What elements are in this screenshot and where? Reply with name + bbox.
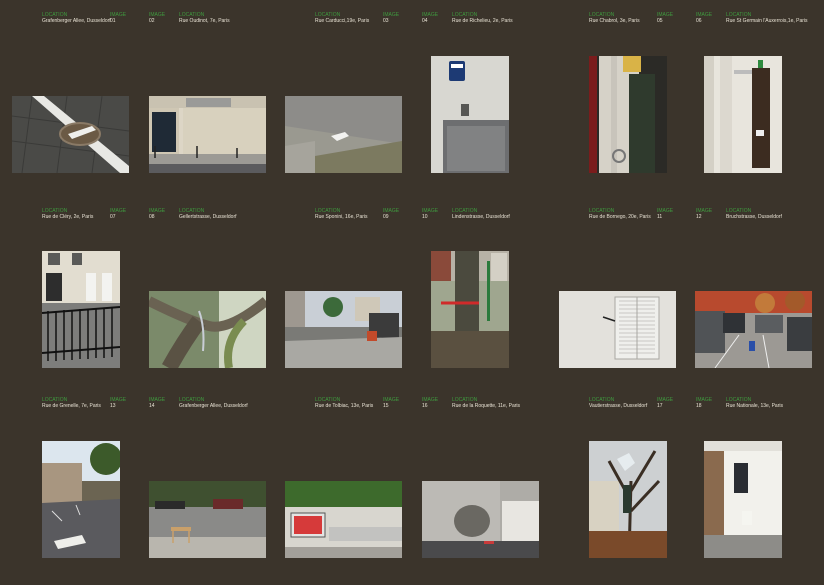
- photo-11-shutter: [559, 291, 676, 368]
- image-number: 07: [110, 214, 116, 220]
- location-caption-10: LOCATION Lindenstrasse, Dusseldorf: [452, 208, 510, 220]
- image-caption-04: IMAGE 04: [422, 12, 438, 24]
- image-number: 16: [422, 403, 428, 409]
- image-number: 02: [149, 18, 155, 24]
- photo-10-tree-trunk: [431, 251, 509, 368]
- photo-03-pavement: [285, 96, 402, 173]
- image-number: 01: [110, 18, 116, 24]
- photo-01-manhole: [12, 96, 129, 173]
- image-caption-07: IMAGE 07: [110, 208, 126, 220]
- image-number: 13: [110, 403, 116, 409]
- location-text: Rue de Tolbiac, 13e, Paris: [315, 403, 374, 409]
- location-text: Gellertstrasse, Dusseldorf: [179, 214, 237, 220]
- location-caption-16: LOCATION Rue de la Roquette, 11e, Paris: [452, 397, 520, 409]
- location-caption-09: LOCATION Rue Sponini, 16e, Paris: [315, 208, 368, 220]
- location-caption-12: LOCATION Bruchstrasse, Dusseldorf: [726, 208, 782, 220]
- location-text: Grafenberger Allee, Dusseldorf: [179, 403, 248, 409]
- photo-04-street-sign: [431, 56, 509, 173]
- image-caption-05: IMAGE 05: [657, 12, 673, 24]
- image-number: 06: [696, 18, 702, 24]
- image-caption-17: IMAGE 17: [657, 397, 673, 409]
- location-caption-14: LOCATION Grafenberger Allee, Dusseldorf: [179, 397, 248, 409]
- location-caption-11: LOCATION Rue de Bornego, 20e, Paris: [589, 208, 651, 220]
- image-caption-01: IMAGE 01: [110, 12, 126, 24]
- image-caption-11: IMAGE 11: [657, 208, 673, 220]
- location-caption-06: LOCATION Rue St Germain l'Auxerrois,1e, …: [726, 12, 808, 24]
- location-caption-08: LOCATION Gellertstrasse, Dusseldorf: [179, 208, 237, 220]
- location-caption-18: LOCATION Rue Nationale, 13e, Paris: [726, 397, 783, 409]
- image-caption-12: IMAGE 12: [696, 208, 712, 220]
- location-text: Grafenberger Allee, Dusseldorf: [42, 18, 111, 24]
- image-number: 15: [383, 403, 389, 409]
- location-text: Rue St Germain l'Auxerrois,1e, Paris: [726, 18, 808, 24]
- image-caption-03: IMAGE 03: [383, 12, 399, 24]
- location-text: Rue Carducci,19e, Paris: [315, 18, 370, 24]
- image-caption-16: IMAGE 16: [422, 397, 438, 409]
- location-text: Rue de Cléry, 2e, Paris: [42, 214, 94, 220]
- image-caption-15: IMAGE 15: [383, 397, 399, 409]
- location-caption-05: LOCATION Rue Chabrol, 3e, Paris: [589, 12, 640, 24]
- photo-06-pillar: [704, 56, 782, 173]
- location-text: Rue Sponini, 16e, Paris: [315, 214, 368, 220]
- photo-07-railing: [42, 251, 120, 368]
- image-caption-06: IMAGE 06: [696, 12, 712, 24]
- photo-17-bare-tree: [589, 441, 667, 558]
- image-number: 10: [422, 214, 428, 220]
- location-text: Rue Oudinot, 7e, Paris: [179, 18, 230, 24]
- image-number: 09: [383, 214, 389, 220]
- photo-12-parking: [695, 291, 812, 368]
- image-number: 05: [657, 18, 663, 24]
- image-caption-09: IMAGE 09: [383, 208, 399, 220]
- image-caption-18: IMAGE 18: [696, 397, 712, 409]
- photo-08-tree: [149, 291, 266, 368]
- image-caption-08: IMAGE 08: [149, 208, 165, 220]
- location-text: Rue Chabrol, 3e, Paris: [589, 18, 640, 24]
- location-caption-04: LOCATION Rue de Richelieu, 2e, Paris: [452, 12, 513, 24]
- image-number: 14: [149, 403, 155, 409]
- photo-13-avenue: [42, 441, 120, 558]
- location-text: Vautierstrasse, Dusseldorf: [589, 403, 648, 409]
- image-caption-10: IMAGE 10: [422, 208, 438, 220]
- photo-18-building-corner: [704, 441, 782, 558]
- location-caption-01: LOCATION Grafenberger Allee, Dusseldorf: [42, 12, 111, 24]
- image-number: 08: [149, 214, 155, 220]
- location-text: Rue Nationale, 13e, Paris: [726, 403, 783, 409]
- image-caption-14: IMAGE 14: [149, 397, 165, 409]
- image-number: 12: [696, 214, 702, 220]
- image-number: 18: [696, 403, 702, 409]
- image-number: 04: [422, 18, 428, 24]
- photo-16-wall: [422, 481, 539, 558]
- location-text: Rue de Richelieu, 2e, Paris: [452, 18, 513, 24]
- location-caption-03: LOCATION Rue Carducci,19e, Paris: [315, 12, 369, 24]
- image-caption-02: IMAGE 02: [149, 12, 165, 24]
- image-number: 17: [657, 403, 663, 409]
- image-number: 11: [657, 214, 663, 220]
- photo-14-table-street: [149, 481, 266, 558]
- location-caption-15: LOCATION Rue de Tolbiac, 13e, Paris: [315, 397, 373, 409]
- location-caption-13: LOCATION Rue de Grenelle, 7e, Paris: [42, 397, 101, 409]
- location-caption-07: LOCATION Rue de Cléry, 2e, Paris: [42, 208, 93, 220]
- location-text: Lindenstrasse, Dusseldorf: [452, 214, 510, 220]
- location-text: Rue de Grenelle, 7e, Paris: [42, 403, 101, 409]
- location-text: Rue de Bornego, 20e, Paris: [589, 214, 651, 220]
- location-text: Rue de la Roquette, 11e, Paris: [452, 403, 521, 409]
- image-caption-13: IMAGE 13: [110, 397, 126, 409]
- photo-05-pipe: [589, 56, 667, 173]
- photo-15-poster: [285, 481, 402, 558]
- photo-02-facade: [149, 96, 266, 173]
- location-caption-17: LOCATION Vautierstrasse, Dusseldorf: [589, 397, 647, 409]
- photo-09-street: [285, 291, 402, 368]
- location-text: Bruchstrasse, Dusseldorf: [726, 214, 782, 220]
- image-number: 03: [383, 18, 389, 24]
- location-caption-02: LOCATION Rue Oudinot, 7e, Paris: [179, 12, 230, 24]
